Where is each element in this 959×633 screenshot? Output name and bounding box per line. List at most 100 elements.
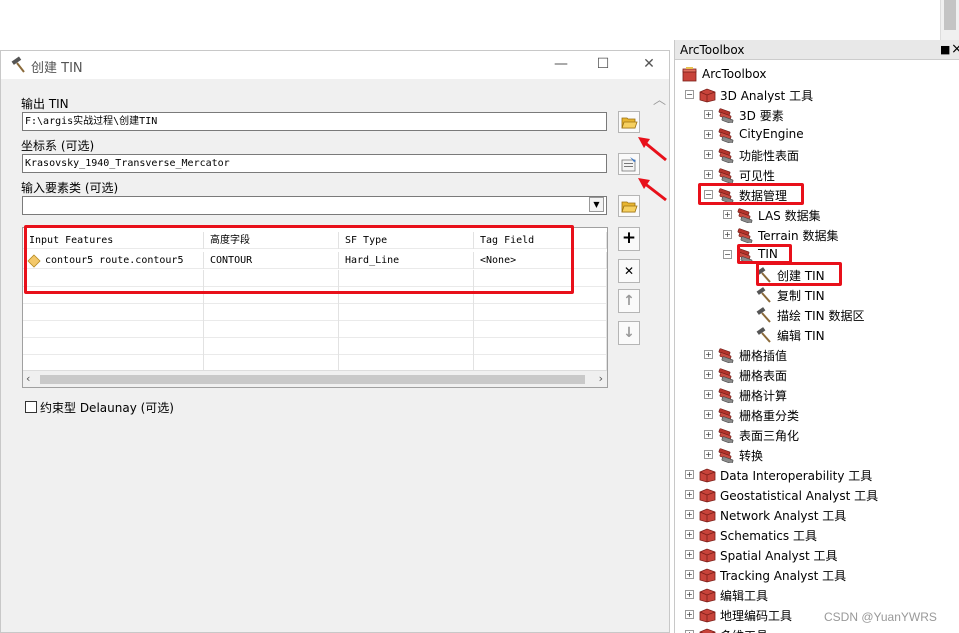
- tree-item[interactable]: + 栅格计算: [675, 385, 959, 405]
- vertical-scrollbar[interactable]: [940, 0, 959, 40]
- expand-icon[interactable]: +: [704, 150, 713, 159]
- collapse-icon[interactable]: −: [685, 90, 694, 99]
- close-icon[interactable]: ×: [951, 41, 959, 57]
- pin-icon[interactable]: ■: [940, 43, 950, 56]
- expand-icon[interactable]: +: [704, 450, 713, 459]
- tree-item[interactable]: +3D 要素: [675, 105, 959, 125]
- tree-item-label: Data Interoperability 工具: [720, 469, 873, 483]
- tree-item-label: 功能性表面: [739, 149, 800, 163]
- dialog-titlebar[interactable]: 创建 TIN — ☐ ✕: [1, 51, 669, 79]
- tree-item[interactable]: + LAS 数据集: [675, 205, 959, 225]
- tree-item-label: Terrain 数据集: [758, 229, 839, 243]
- expand-icon[interactable]: +: [685, 550, 694, 559]
- horizontal-scrollbar[interactable]: ‹ ›: [23, 370, 607, 387]
- toolbox-icon: [699, 487, 716, 503]
- arctoolbox-panel: ArcToolbox ■ × ArcToolbox − 3D Analyst 工具 +…: [674, 40, 959, 633]
- browse-output-button[interactable]: [618, 111, 640, 133]
- toolbox-icon: [699, 547, 716, 563]
- tree-item[interactable]: + 功能性表面: [675, 145, 959, 165]
- close-button[interactable]: ✕: [631, 53, 667, 77]
- expand-icon[interactable]: +: [685, 530, 694, 539]
- toolset-icon: [737, 227, 754, 244]
- expand-icon[interactable]: +: [704, 350, 713, 359]
- expand-icon[interactable]: +: [704, 110, 713, 119]
- toolset-icon: [718, 367, 735, 384]
- tree-item[interactable]: + 表面三角化: [675, 425, 959, 445]
- expand-icon[interactable]: +: [704, 390, 713, 399]
- tree-item[interactable]: + Network Analyst 工具: [675, 505, 959, 525]
- hammer-icon: [11, 56, 25, 73]
- chevron-left-icon[interactable]: ‹: [26, 372, 30, 385]
- expand-icon[interactable]: +: [723, 210, 732, 219]
- tree-item[interactable]: 描绘 TIN 数据区: [675, 305, 959, 325]
- input-features-select[interactable]: [22, 196, 607, 215]
- expand-icon[interactable]: +: [723, 230, 732, 239]
- scrollbar-thumb[interactable]: [944, 0, 956, 30]
- expand-icon[interactable]: +: [685, 590, 694, 599]
- constrained-delaunay-checkbox[interactable]: [25, 401, 37, 413]
- tree-item-label: 3D 要素: [739, 109, 784, 123]
- browse-input-button[interactable]: [618, 195, 640, 217]
- tree-item[interactable]: + 栅格重分类: [675, 405, 959, 425]
- hammer-icon: [756, 327, 773, 343]
- tree-item-label: CityEngine: [739, 127, 804, 141]
- toolbox-icon: [699, 527, 716, 543]
- expand-icon[interactable]: +: [704, 170, 713, 179]
- tree-item-label: 3D Analyst 工具: [720, 89, 814, 103]
- toolbox-icon: [699, 607, 716, 623]
- table-row: [23, 304, 607, 321]
- expand-icon[interactable]: +: [685, 490, 694, 499]
- toolset-icon: [718, 347, 735, 364]
- tree-item-label: Geostatistical Analyst 工具: [720, 489, 879, 503]
- toolset-icon: [718, 427, 735, 444]
- expand-icon[interactable]: +: [685, 510, 694, 519]
- tree-item[interactable]: + 栅格表面: [675, 365, 959, 385]
- tree-item[interactable]: 编辑 TIN: [675, 325, 959, 345]
- collapse-icon[interactable]: −: [723, 250, 732, 259]
- tree-item[interactable]: + Spatial Analyst 工具: [675, 545, 959, 565]
- chevron-up-icon[interactable]: ︿: [653, 94, 667, 108]
- output-tin-input[interactable]: F:\argis实战过程\创建TIN: [22, 112, 607, 131]
- create-tin-dialog: 创建 TIN — ☐ ✕ ︿ 输出 TIN F:\argis实战过程\创建TIN…: [0, 50, 670, 633]
- tree-item[interactable]: + Data Interoperability 工具: [675, 465, 959, 485]
- expand-icon[interactable]: +: [704, 130, 713, 139]
- add-row-button[interactable]: +: [618, 227, 640, 251]
- expand-icon[interactable]: +: [704, 370, 713, 379]
- tree-item[interactable]: + Tracking Analyst 工具: [675, 565, 959, 585]
- expand-icon[interactable]: +: [704, 410, 713, 419]
- dialog-title: 创建 TIN: [31, 61, 83, 76]
- tree-item-label: 编辑 TIN: [777, 329, 825, 343]
- expand-icon[interactable]: +: [704, 430, 713, 439]
- data-management-highlight: [698, 183, 804, 205]
- tree-item[interactable]: + 栅格插值: [675, 345, 959, 365]
- tree-item[interactable]: + 可见性: [675, 165, 959, 185]
- tree-item[interactable]: + CityEngine: [675, 125, 959, 145]
- tin-highlight: [737, 244, 792, 264]
- tree-item[interactable]: 复制 TIN: [675, 285, 959, 305]
- arctoolbox-titlebar[interactable]: ArcToolbox ■ ×: [675, 40, 959, 60]
- tree-item[interactable]: + Schematics 工具: [675, 525, 959, 545]
- chevron-down-icon[interactable]: ▼: [589, 197, 604, 212]
- toolbox-icon: [699, 507, 716, 523]
- move-down-button[interactable]: ↓: [618, 321, 640, 345]
- expand-icon[interactable]: +: [685, 570, 694, 579]
- hammer-icon: [756, 307, 773, 323]
- remove-row-button[interactable]: ✕: [618, 259, 640, 283]
- tree-item[interactable]: + Geostatistical Analyst 工具: [675, 485, 959, 505]
- expand-icon[interactable]: +: [685, 610, 694, 619]
- tree-item[interactable]: + 编辑工具: [675, 585, 959, 605]
- coord-properties-button[interactable]: [618, 153, 640, 175]
- tree-item[interactable]: + 转换: [675, 445, 959, 465]
- tree-item[interactable]: + Terrain 数据集: [675, 225, 959, 245]
- scrollbar-thumb[interactable]: [40, 375, 585, 384]
- tree-item[interactable]: +多维工具: [675, 625, 959, 633]
- move-up-button[interactable]: ↑: [618, 289, 640, 313]
- expand-icon[interactable]: +: [685, 470, 694, 479]
- tree-item[interactable]: − 3D Analyst 工具: [675, 85, 959, 105]
- tree-item[interactable]: ArcToolbox: [675, 65, 959, 85]
- chevron-right-icon[interactable]: ›: [599, 372, 603, 385]
- minimize-button[interactable]: —: [543, 53, 579, 77]
- coord-system-input[interactable]: Krasovsky_1940_Transverse_Mercator: [22, 154, 607, 173]
- toolbox-icon: [699, 467, 716, 483]
- maximize-button[interactable]: ☐: [585, 53, 621, 77]
